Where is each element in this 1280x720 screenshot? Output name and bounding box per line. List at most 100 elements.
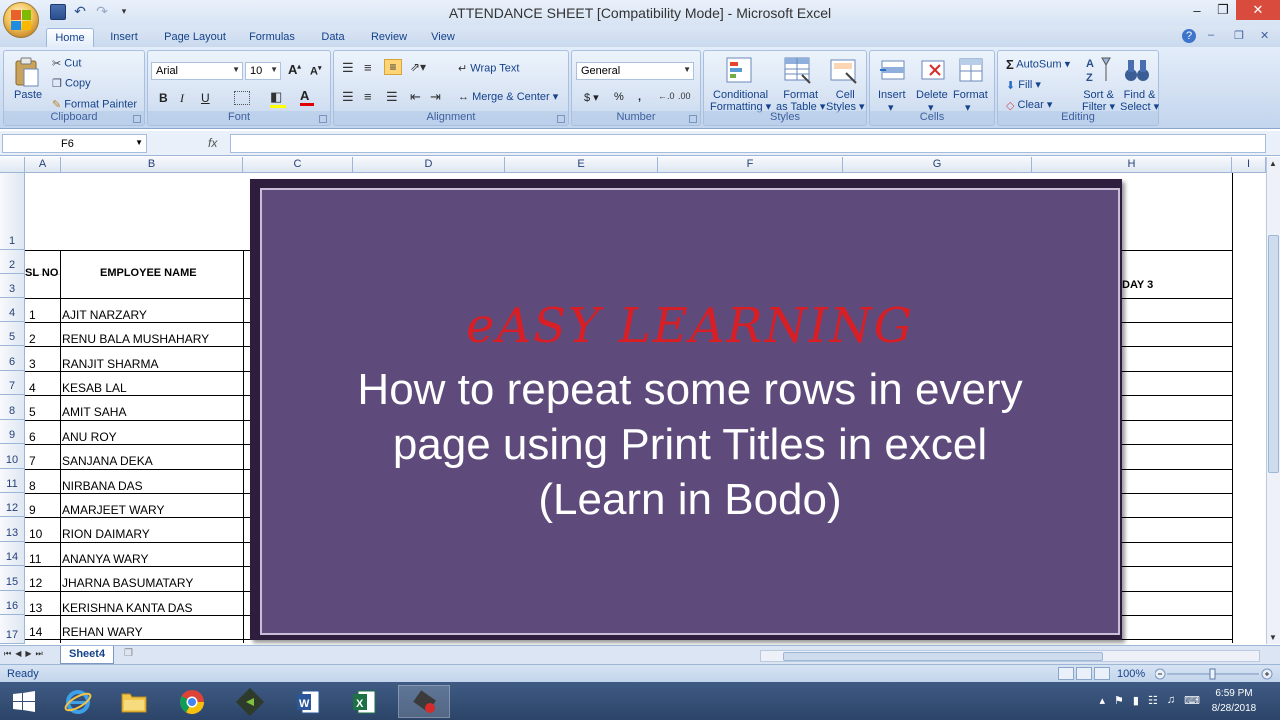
horizontal-scroll-thumb[interactable]	[783, 652, 1103, 661]
taskbar-clock[interactable]: 6:59 PM 8/28/2018	[1202, 686, 1266, 716]
volume-icon[interactable]: ♫	[1167, 694, 1175, 707]
action-center-icon[interactable]: ⚑	[1114, 694, 1124, 707]
fill-button[interactable]: ⬇ Fill ▾	[1006, 78, 1041, 92]
paste-button[interactable]: Paste	[14, 89, 42, 101]
percent-button[interactable]: %	[614, 91, 624, 103]
ribbon-restore-icon[interactable]: ❐	[1234, 29, 1248, 43]
page-break-view-icon[interactable]	[1094, 667, 1110, 680]
column-header-h[interactable]: H	[1032, 157, 1232, 173]
column-header-c[interactable]: C	[243, 157, 353, 173]
zoom-slider[interactable]	[1154, 667, 1275, 681]
number-format-select[interactable]: General ▼	[576, 62, 694, 80]
tray-expand-icon[interactable]: ▴	[1100, 694, 1106, 707]
row-header[interactable]: 3	[0, 274, 25, 298]
font-name-select[interactable]: Arial ▼	[151, 62, 243, 80]
clipboard-launcher-icon[interactable]	[133, 115, 141, 123]
currency-button[interactable]: $ ▾	[584, 91, 599, 104]
align-left-icon[interactable]: ☰	[342, 89, 354, 105]
office-button[interactable]	[3, 2, 39, 38]
clear-button[interactable]: ◇ Clear ▾	[1006, 98, 1052, 112]
row-header[interactable]: 12	[0, 493, 25, 517]
underline-button[interactable]: U	[201, 91, 210, 105]
format-painter-button[interactable]: ✎ Format Painter	[52, 98, 137, 111]
word-icon[interactable]: W	[282, 685, 334, 718]
alignment-launcher-icon[interactable]	[557, 115, 565, 123]
ribbon-close-icon[interactable]: ✕	[1260, 29, 1274, 43]
borders-icon[interactable]	[234, 91, 250, 105]
column-header-i[interactable]: I	[1232, 157, 1266, 173]
align-middle-icon[interactable]: ≡	[364, 60, 372, 75]
conditional-formatting-button[interactable]: Conditional Formatting ▾	[710, 89, 771, 113]
row-header[interactable]: 10	[0, 444, 25, 469]
scroll-up-icon[interactable]: ▲	[1269, 159, 1277, 168]
column-header-f[interactable]: F	[658, 157, 843, 173]
orientation-icon[interactable]: ⇗▾	[410, 60, 426, 74]
font-size-select[interactable]: 10 ▼	[245, 62, 281, 80]
tab-view[interactable]: View	[424, 28, 462, 47]
internet-explorer-icon[interactable]	[52, 685, 104, 718]
grow-font-icon[interactable]: A▴	[288, 62, 301, 77]
row-header[interactable]: 4	[0, 298, 25, 322]
vertical-scrollbar[interactable]: ▲ ▼	[1266, 157, 1280, 644]
column-header-b[interactable]: B	[61, 157, 243, 173]
row-header[interactable]: 5	[0, 322, 25, 346]
insert-function-icon[interactable]: fx	[208, 136, 217, 150]
fill-color-icon[interactable]: ◧	[270, 89, 286, 108]
next-sheet-icon[interactable]: ▶	[25, 649, 31, 659]
vertical-scroll-thumb[interactable]	[1268, 235, 1279, 473]
restore-icon[interactable]: ❐	[1210, 0, 1236, 20]
bold-button[interactable]: B	[159, 91, 168, 105]
battery-icon[interactable]: ▮	[1133, 694, 1139, 707]
network-icon[interactable]: ☷	[1148, 694, 1158, 707]
row-header[interactable]: 1	[0, 173, 25, 250]
column-header-e[interactable]: E	[505, 157, 658, 173]
row-header[interactable]: 13	[0, 517, 25, 542]
keyboard-icon[interactable]: ⌨	[1184, 694, 1200, 707]
format-as-table-button[interactable]: Format as Table ▾	[776, 89, 825, 113]
close-icon[interactable]: ✕	[1236, 0, 1280, 20]
row-header[interactable]: 8	[0, 395, 25, 420]
tab-page-layout[interactable]: Page Layout	[158, 28, 232, 47]
start-icon[interactable]	[0, 685, 48, 718]
wrap-text-button[interactable]: ↵ Wrap Text	[458, 62, 519, 75]
align-top-icon[interactable]: ☰	[342, 60, 354, 76]
increase-decimal-icon[interactable]: ←.0	[658, 91, 675, 101]
excel-icon[interactable]: X	[338, 685, 390, 718]
name-box[interactable]: F6 ▼	[2, 134, 147, 153]
row-header[interactable]: 14	[0, 542, 25, 566]
merge-center-button[interactable]: ↔ Merge & Center ▾	[458, 90, 558, 103]
align-bottom-icon[interactable]: ≡	[384, 59, 402, 75]
first-sheet-icon[interactable]: ⏮	[4, 649, 11, 659]
tab-review[interactable]: Review	[366, 28, 412, 47]
tab-insert[interactable]: Insert	[100, 28, 148, 47]
autosum-button[interactable]: Σ AutoSum ▾	[1006, 57, 1070, 72]
column-header-g[interactable]: G	[843, 157, 1032, 173]
align-center-icon[interactable]: ≡	[364, 89, 372, 104]
row-header[interactable]: 11	[0, 469, 25, 493]
chrome-icon[interactable]	[166, 685, 218, 718]
select-all-corner[interactable]	[0, 157, 25, 173]
prev-sheet-icon[interactable]: ◀	[15, 649, 21, 659]
find-select-button[interactable]: Find & Select ▾	[1120, 89, 1159, 113]
tab-formulas[interactable]: Formulas	[244, 28, 300, 47]
formula-input[interactable]	[230, 134, 1266, 153]
file-explorer-icon[interactable]	[108, 685, 160, 718]
column-header-d[interactable]: D	[353, 157, 505, 173]
tab-home[interactable]: Home	[46, 28, 94, 47]
row-header[interactable]: 17	[0, 615, 25, 644]
last-sheet-icon[interactable]: ⏭	[36, 649, 43, 659]
increase-indent-icon[interactable]: ⇥	[430, 89, 441, 105]
row-header[interactable]: 15	[0, 566, 25, 591]
ribbon-minimize-icon[interactable]: –	[1208, 29, 1222, 43]
sort-filter-button[interactable]: Sort & Filter ▾	[1082, 89, 1115, 113]
paste-icon[interactable]	[12, 57, 42, 87]
page-layout-view-icon[interactable]	[1076, 667, 1092, 680]
row-header[interactable]: 2	[0, 250, 25, 274]
column-header-a[interactable]: A	[25, 157, 61, 173]
zoom-level[interactable]: 100%	[1117, 668, 1145, 680]
italic-button[interactable]: I	[180, 91, 184, 106]
row-header[interactable]: 7	[0, 371, 25, 395]
help-icon[interactable]: ?	[1182, 29, 1196, 43]
font-color-icon[interactable]: A	[300, 88, 314, 106]
scroll-down-icon[interactable]: ▼	[1269, 633, 1277, 642]
